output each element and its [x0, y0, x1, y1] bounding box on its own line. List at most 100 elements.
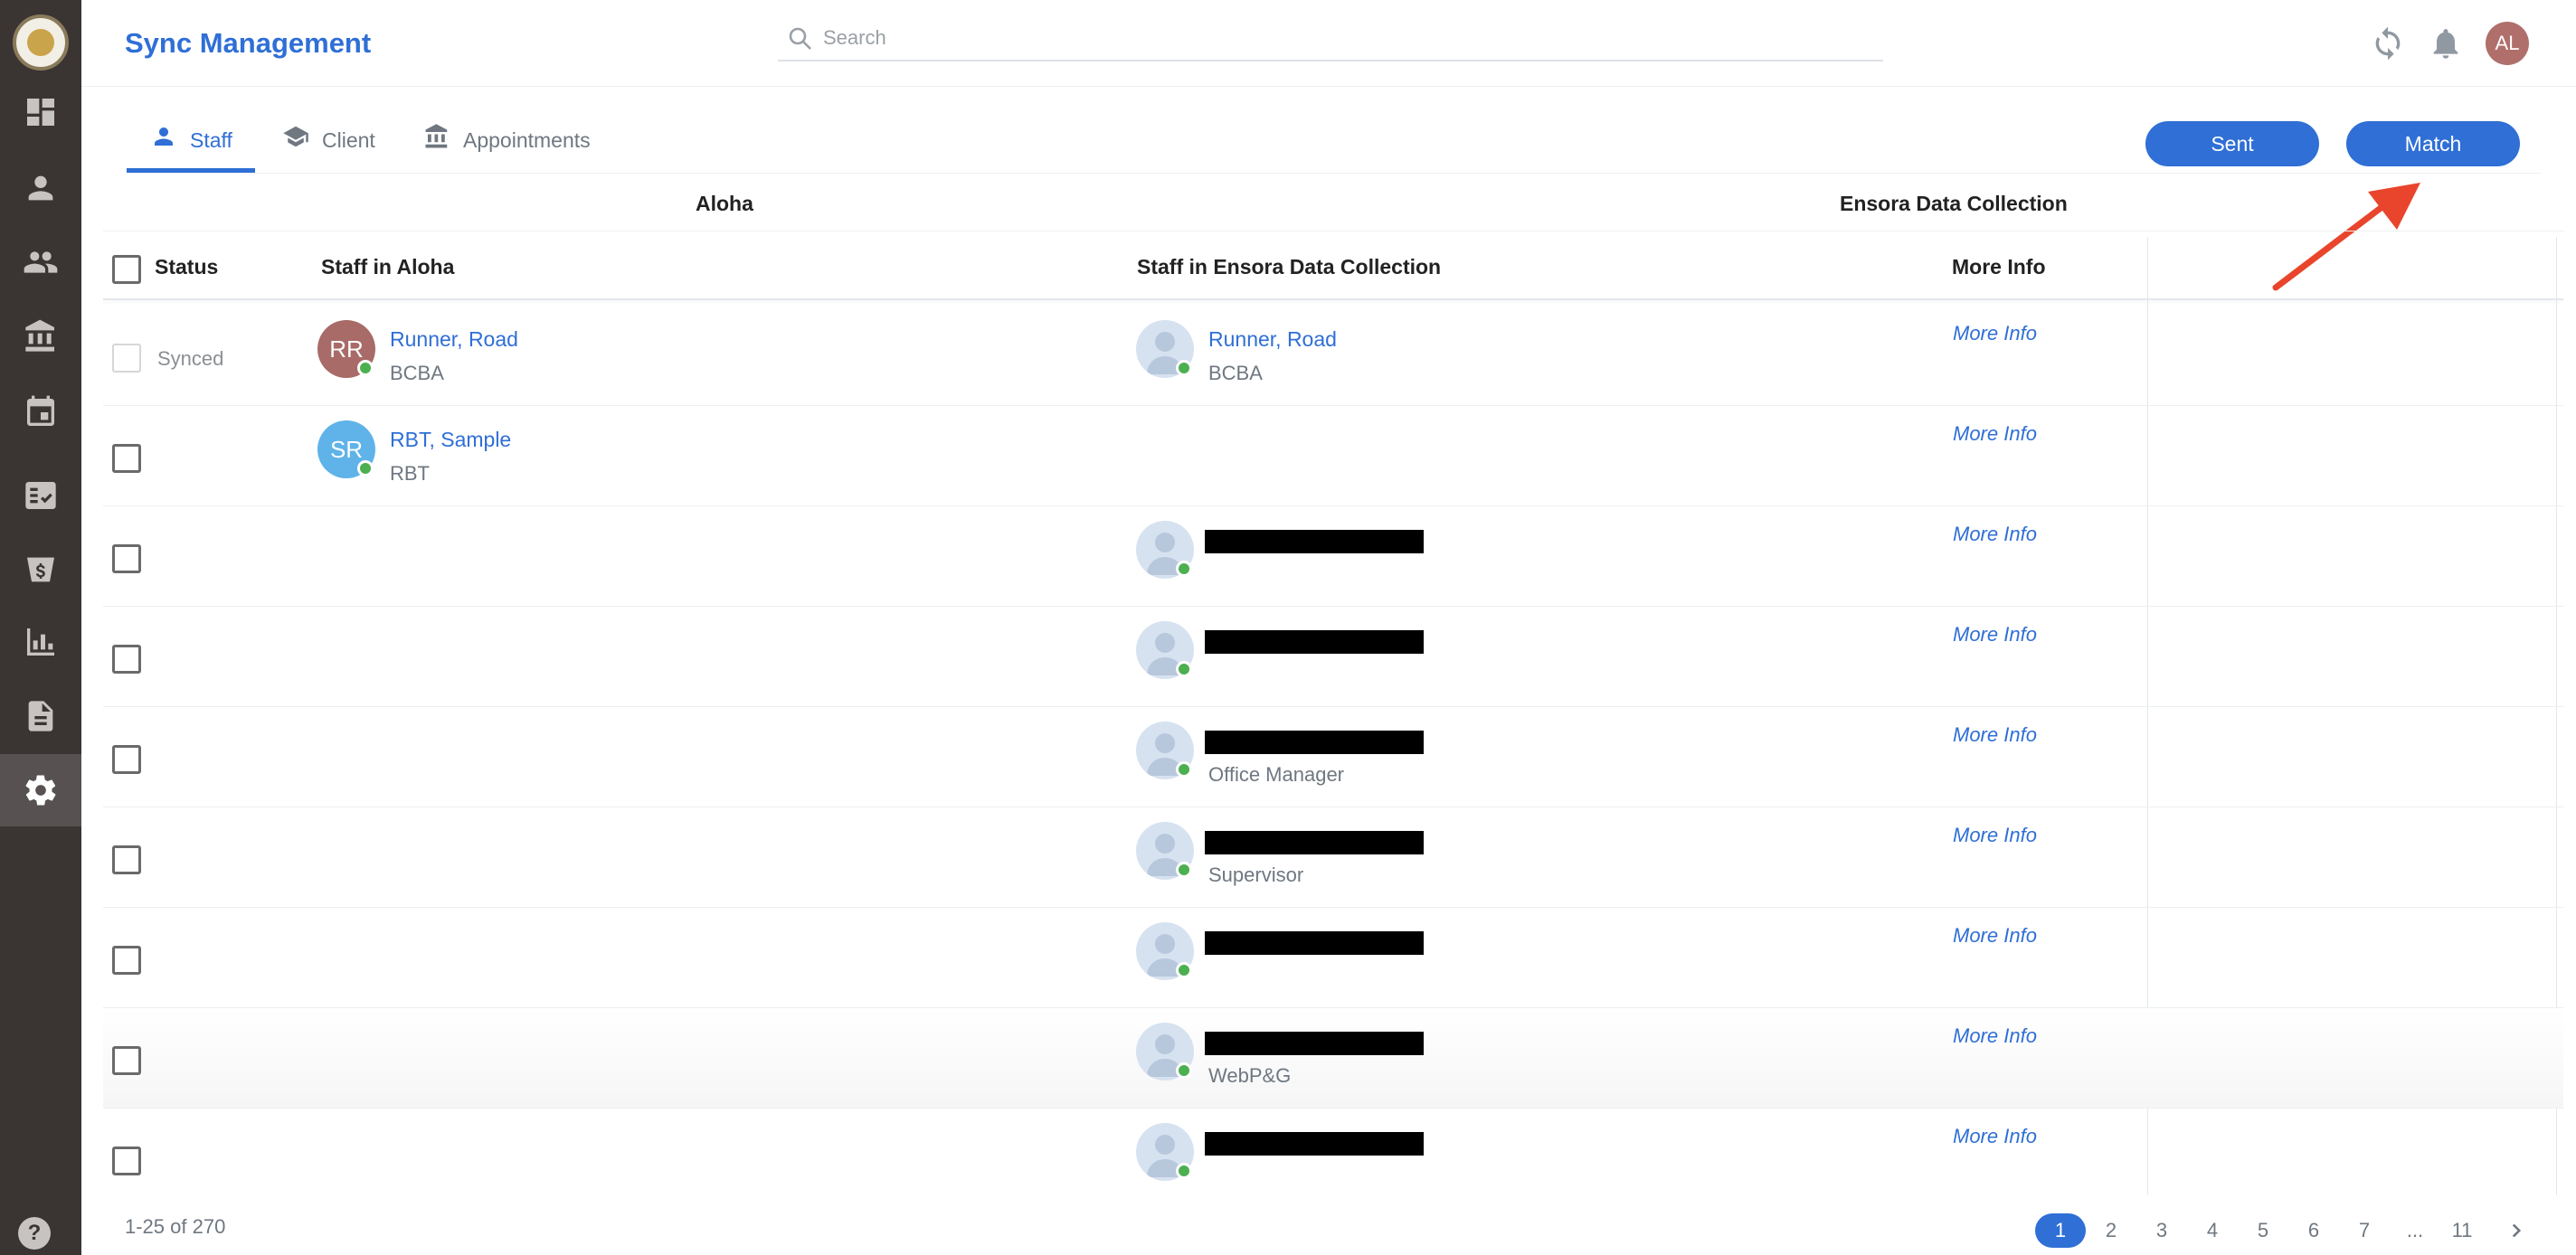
page-button-2[interactable]: 2	[2097, 1213, 2126, 1248]
user-avatar[interactable]: AL	[2486, 22, 2529, 65]
more-info-link[interactable]: More Info	[1953, 1024, 2037, 1048]
row-checkbox[interactable]	[112, 745, 141, 774]
select-all-checkbox[interactable]	[112, 255, 141, 284]
graduation-cap-icon	[283, 126, 308, 147]
group-header-aloha: Aloha	[696, 192, 753, 215]
tab-label: Staff	[190, 127, 232, 152]
row-checkbox[interactable]	[112, 1046, 141, 1075]
help-icon[interactable]: ?	[18, 1217, 51, 1250]
tab-label: Client	[322, 127, 375, 152]
table-row[interactable]: More Info	[103, 506, 2563, 607]
page-ellipsis: ...	[2406, 1219, 2424, 1241]
aloha-staff-name-link[interactable]: Runner, Road	[390, 327, 518, 352]
more-info-link[interactable]: More Info	[1953, 723, 2037, 747]
aloha-staff-role: BCBA	[390, 362, 444, 384]
row-checkbox[interactable]	[112, 645, 141, 674]
page-button-6[interactable]: 6	[2299, 1213, 2328, 1248]
tab-client[interactable]: Client	[282, 107, 375, 174]
tab-staff[interactable]: Staff	[150, 107, 232, 174]
online-status-dot	[1176, 862, 1192, 878]
redacted-name	[1205, 931, 1424, 955]
row-checkbox[interactable]	[112, 946, 141, 975]
table-row[interactable]: More Info	[103, 1109, 2563, 1209]
sidebar: ?	[0, 0, 81, 1255]
app-logo[interactable]	[13, 14, 69, 71]
calendar-icon[interactable]	[0, 376, 81, 448]
row-checkbox[interactable]	[112, 444, 141, 473]
more-info-link[interactable]: More Info	[1953, 422, 2037, 446]
page-button-7[interactable]: 7	[2350, 1213, 2379, 1248]
person-icon[interactable]	[0, 152, 81, 224]
more-info-link[interactable]: More Info	[1953, 1125, 2037, 1148]
online-status-dot	[1176, 661, 1192, 677]
more-info-link[interactable]: More Info	[1953, 824, 2037, 847]
column-header-staff-ensora[interactable]: Staff in Ensora Data Collection	[1137, 255, 1441, 279]
settings-gear-icon[interactable]	[0, 754, 81, 826]
online-status-dot	[1176, 761, 1192, 778]
group-header-ensora: Ensora Data Collection	[1840, 192, 2068, 215]
table-row[interactable]: WebP&G More Info	[103, 1008, 2563, 1109]
search-input[interactable]	[823, 24, 1863, 52]
redacted-name	[1205, 1132, 1424, 1156]
online-status-dot	[1176, 1062, 1192, 1079]
row-checkbox[interactable]	[112, 845, 141, 874]
online-status-dot	[1176, 360, 1192, 376]
person-icon	[155, 127, 173, 146]
notification-bell-icon[interactable]	[2428, 25, 2464, 61]
page-title: Sync Management	[125, 27, 372, 59]
redacted-name	[1205, 1032, 1424, 1055]
annotation-arrow	[2272, 183, 2420, 291]
dashboard-icon[interactable]	[0, 76, 81, 148]
column-header-status[interactable]: Status	[155, 255, 218, 279]
online-status-dot	[1176, 561, 1192, 577]
redacted-name	[1205, 530, 1424, 553]
reports-chart-icon[interactable]	[0, 606, 81, 678]
status-text: Synced	[157, 347, 224, 370]
more-info-link[interactable]: More Info	[1953, 924, 2037, 948]
billing-icon[interactable]	[0, 459, 81, 532]
tab-divider	[127, 173, 2542, 174]
document-icon[interactable]	[0, 680, 81, 752]
table-row[interactable]: More Info	[103, 908, 2563, 1008]
search-icon	[789, 27, 811, 50]
table-row[interactable]: Supervisor More Info	[103, 807, 2563, 908]
column-header-more-info[interactable]: More Info	[1952, 255, 2046, 279]
chevron-right-icon[interactable]	[2502, 1213, 2531, 1248]
more-info-link[interactable]: More Info	[1953, 523, 2037, 546]
online-status-dot	[1176, 1163, 1192, 1179]
top-header: Sync Management	[81, 0, 2576, 87]
page-button-4[interactable]: 4	[2198, 1213, 2227, 1248]
payment-icon[interactable]	[0, 533, 81, 606]
sent-button[interactable]: Sent	[2145, 121, 2319, 166]
redacted-name	[1205, 831, 1424, 854]
bank-icon	[425, 124, 448, 148]
table-row[interactable]: SR RBT, Sample RBT More Info	[103, 406, 2563, 506]
more-info-link[interactable]: More Info	[1953, 623, 2037, 646]
bank-icon[interactable]	[0, 300, 81, 373]
sync-icon[interactable]	[2370, 25, 2406, 61]
tab-appointments[interactable]: Appointments	[423, 107, 591, 174]
search-bar[interactable]	[778, 20, 1883, 61]
page-button-5[interactable]: 5	[2249, 1213, 2278, 1248]
column-header-staff-aloha[interactable]: Staff in Aloha	[321, 255, 454, 279]
page-button-3[interactable]: 3	[2147, 1213, 2176, 1248]
table-row[interactable]: Office Manager More Info	[103, 707, 2563, 807]
tab-label: Appointments	[463, 127, 591, 152]
row-checkbox[interactable]	[112, 544, 141, 573]
pagination-range: 1-25 of 270	[125, 1215, 226, 1238]
table-row[interactable]: Synced RR Runner, Road BCBA Runner, Road…	[103, 306, 2563, 406]
redacted-name	[1205, 731, 1424, 754]
ensora-staff-role: BCBA	[1208, 362, 1263, 384]
redacted-name	[1205, 630, 1424, 654]
match-button[interactable]: Match	[2346, 121, 2520, 166]
online-status-dot	[357, 460, 374, 477]
table-row[interactable]: More Info	[103, 607, 2563, 707]
page-button-1[interactable]: 1	[2035, 1213, 2086, 1248]
page-button-11[interactable]: 11	[2448, 1213, 2477, 1248]
ensora-staff-name-link[interactable]: Runner, Road	[1208, 327, 1337, 352]
more-info-link[interactable]: More Info	[1953, 322, 2037, 345]
ensora-staff-role: Office Manager	[1208, 763, 1345, 786]
people-icon[interactable]	[0, 226, 81, 298]
row-checkbox[interactable]	[112, 1146, 141, 1175]
aloha-staff-name-link[interactable]: RBT, Sample	[390, 428, 511, 452]
